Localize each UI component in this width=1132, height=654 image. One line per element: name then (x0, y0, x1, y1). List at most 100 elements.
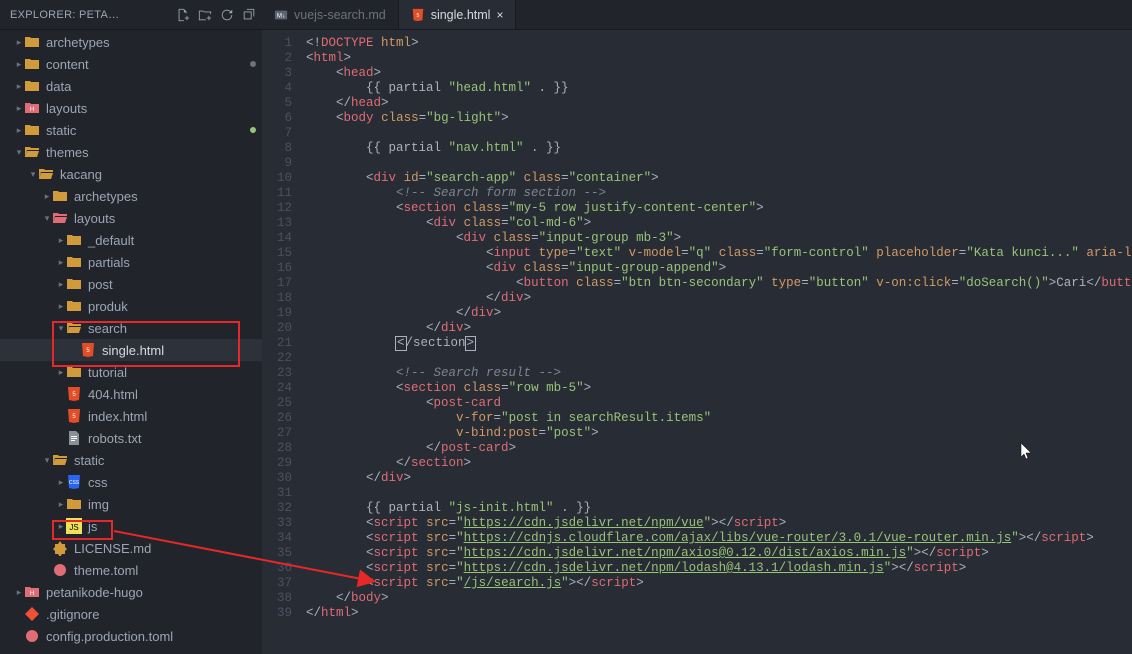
toml-icon (24, 628, 40, 644)
tree-label: archetypes (74, 189, 138, 204)
chevron-icon[interactable] (42, 455, 52, 466)
tree-item-img[interactable]: img (0, 493, 262, 515)
chevron-icon[interactable] (56, 521, 66, 532)
tree-item-archetypes[interactable]: archetypes (0, 31, 262, 53)
tree-label: LICENSE.md (74, 541, 151, 556)
svg-text:M↓: M↓ (277, 12, 285, 19)
chevron-icon[interactable] (14, 147, 24, 158)
tree-item-js[interactable]: JS js (0, 515, 262, 537)
tree-label: content (46, 57, 89, 72)
txt-icon (66, 430, 82, 446)
tree-item-_default[interactable]: _default (0, 229, 262, 251)
folder-icon (66, 364, 82, 380)
tree-label: layouts (74, 211, 115, 226)
folder-hugo-icon: H (24, 584, 40, 600)
tree-label: css (88, 475, 108, 490)
tree-item--gitignore[interactable]: .gitignore (0, 603, 262, 625)
tree-item-tutorial[interactable]: tutorial (0, 361, 262, 383)
chevron-icon[interactable] (14, 587, 24, 598)
tree-item-static[interactable]: static (0, 449, 262, 471)
tree-item-layouts[interactable]: H layouts (0, 97, 262, 119)
tree-item-config-production-toml[interactable]: config.production.toml (0, 625, 262, 647)
chevron-icon[interactable] (14, 37, 24, 48)
tree-item-kacang[interactable]: kacang (0, 163, 262, 185)
toml-icon (52, 562, 68, 578)
status-dot-icon (250, 61, 256, 67)
tree-item-partials[interactable]: partials (0, 251, 262, 273)
chevron-icon[interactable] (14, 81, 24, 92)
tree-label: single.html (102, 343, 164, 358)
chevron-icon[interactable] (56, 235, 66, 246)
chevron-icon[interactable] (56, 367, 66, 378)
tree-label: petanikode-hugo (46, 585, 143, 600)
explorer-actions (176, 8, 256, 22)
svg-text:H: H (30, 591, 34, 597)
tree-item-index-html[interactable]: 5 index.html (0, 405, 262, 427)
license-icon (52, 540, 68, 556)
tree-item-themes[interactable]: themes (0, 141, 262, 163)
tree-item-produk[interactable]: produk (0, 295, 262, 317)
svg-text:H: H (30, 107, 34, 113)
folder-hugo-icon: H (24, 100, 40, 116)
tree-label: theme.toml (74, 563, 138, 578)
tree-item-content[interactable]: content (0, 53, 262, 75)
chevron-icon[interactable] (56, 279, 66, 290)
chevron-icon[interactable] (56, 257, 66, 268)
tree-item-archetypes[interactable]: archetypes (0, 185, 262, 207)
code-content: <!DOCTYPE html><html> <head> {{ partial … (306, 30, 1132, 654)
tab-single-html[interactable]: 5 single.html × (399, 0, 517, 29)
folder-icon (66, 254, 82, 270)
chevron-icon[interactable] (28, 169, 38, 180)
git-icon (24, 606, 40, 622)
chevron-icon[interactable] (42, 213, 52, 224)
tree-label: config.production.toml (46, 629, 173, 644)
editor-tabs: M↓ vuejs-search.md 5 single.html × (262, 0, 1132, 30)
folder-icon (66, 496, 82, 512)
tree-label: static (46, 123, 76, 138)
chevron-icon[interactable] (56, 301, 66, 312)
tree-item-layouts[interactable]: layouts (0, 207, 262, 229)
line-gutter: 1234567891011121314151617181920212223242… (262, 30, 306, 654)
chevron-icon[interactable] (14, 59, 24, 70)
tree-item-post[interactable]: post (0, 273, 262, 295)
tab-label: vuejs-search.md (294, 8, 386, 22)
chevron-icon[interactable] (56, 499, 66, 510)
tree-item-404-html[interactable]: 5 404.html (0, 383, 262, 405)
folder-icon (24, 56, 40, 72)
md-icon: M↓ (274, 8, 288, 22)
chevron-icon[interactable] (56, 477, 66, 488)
js-icon: JS (66, 518, 82, 534)
chevron-icon[interactable] (14, 125, 24, 136)
html-icon: 5 (66, 386, 82, 402)
new-folder-icon[interactable] (198, 8, 212, 22)
refresh-icon[interactable] (220, 8, 234, 22)
code-editor[interactable]: 1234567891011121314151617181920212223242… (262, 30, 1132, 654)
tree-item-static[interactable]: static (0, 119, 262, 141)
new-file-icon[interactable] (176, 8, 190, 22)
tree-label: search (88, 321, 127, 336)
html-icon: 5 (80, 342, 96, 358)
tree-item-css[interactable]: CSS css (0, 471, 262, 493)
tree-item-search[interactable]: search (0, 317, 262, 339)
tab-vuejs-search-md[interactable]: M↓ vuejs-search.md (262, 0, 399, 29)
tree-item-LICENSE-md[interactable]: LICENSE.md (0, 537, 262, 559)
collapse-all-icon[interactable] (242, 8, 256, 22)
tree-item-theme-toml[interactable]: theme.toml (0, 559, 262, 581)
file-explorer[interactable]: archetypes content data H layouts (0, 30, 262, 654)
svg-text:CSS: CSS (69, 480, 80, 486)
chevron-icon[interactable] (42, 191, 52, 202)
folder-icon (24, 78, 40, 94)
tree-item-data[interactable]: data (0, 75, 262, 97)
tree-label: layouts (46, 101, 87, 116)
tree-item-single-html[interactable]: 5 single.html (0, 339, 262, 361)
folder-icon (24, 34, 40, 50)
tree-label: produk (88, 299, 128, 314)
tree-item-petanikode-hugo[interactable]: H petanikode-hugo (0, 581, 262, 603)
tree-label: robots.txt (88, 431, 141, 446)
tree-item-robots-txt[interactable]: robots.txt (0, 427, 262, 449)
chevron-icon[interactable] (14, 103, 24, 114)
chevron-icon[interactable] (56, 323, 66, 334)
html-icon: 5 (411, 8, 425, 22)
folder-icon (66, 298, 82, 314)
close-icon[interactable]: × (496, 8, 503, 22)
